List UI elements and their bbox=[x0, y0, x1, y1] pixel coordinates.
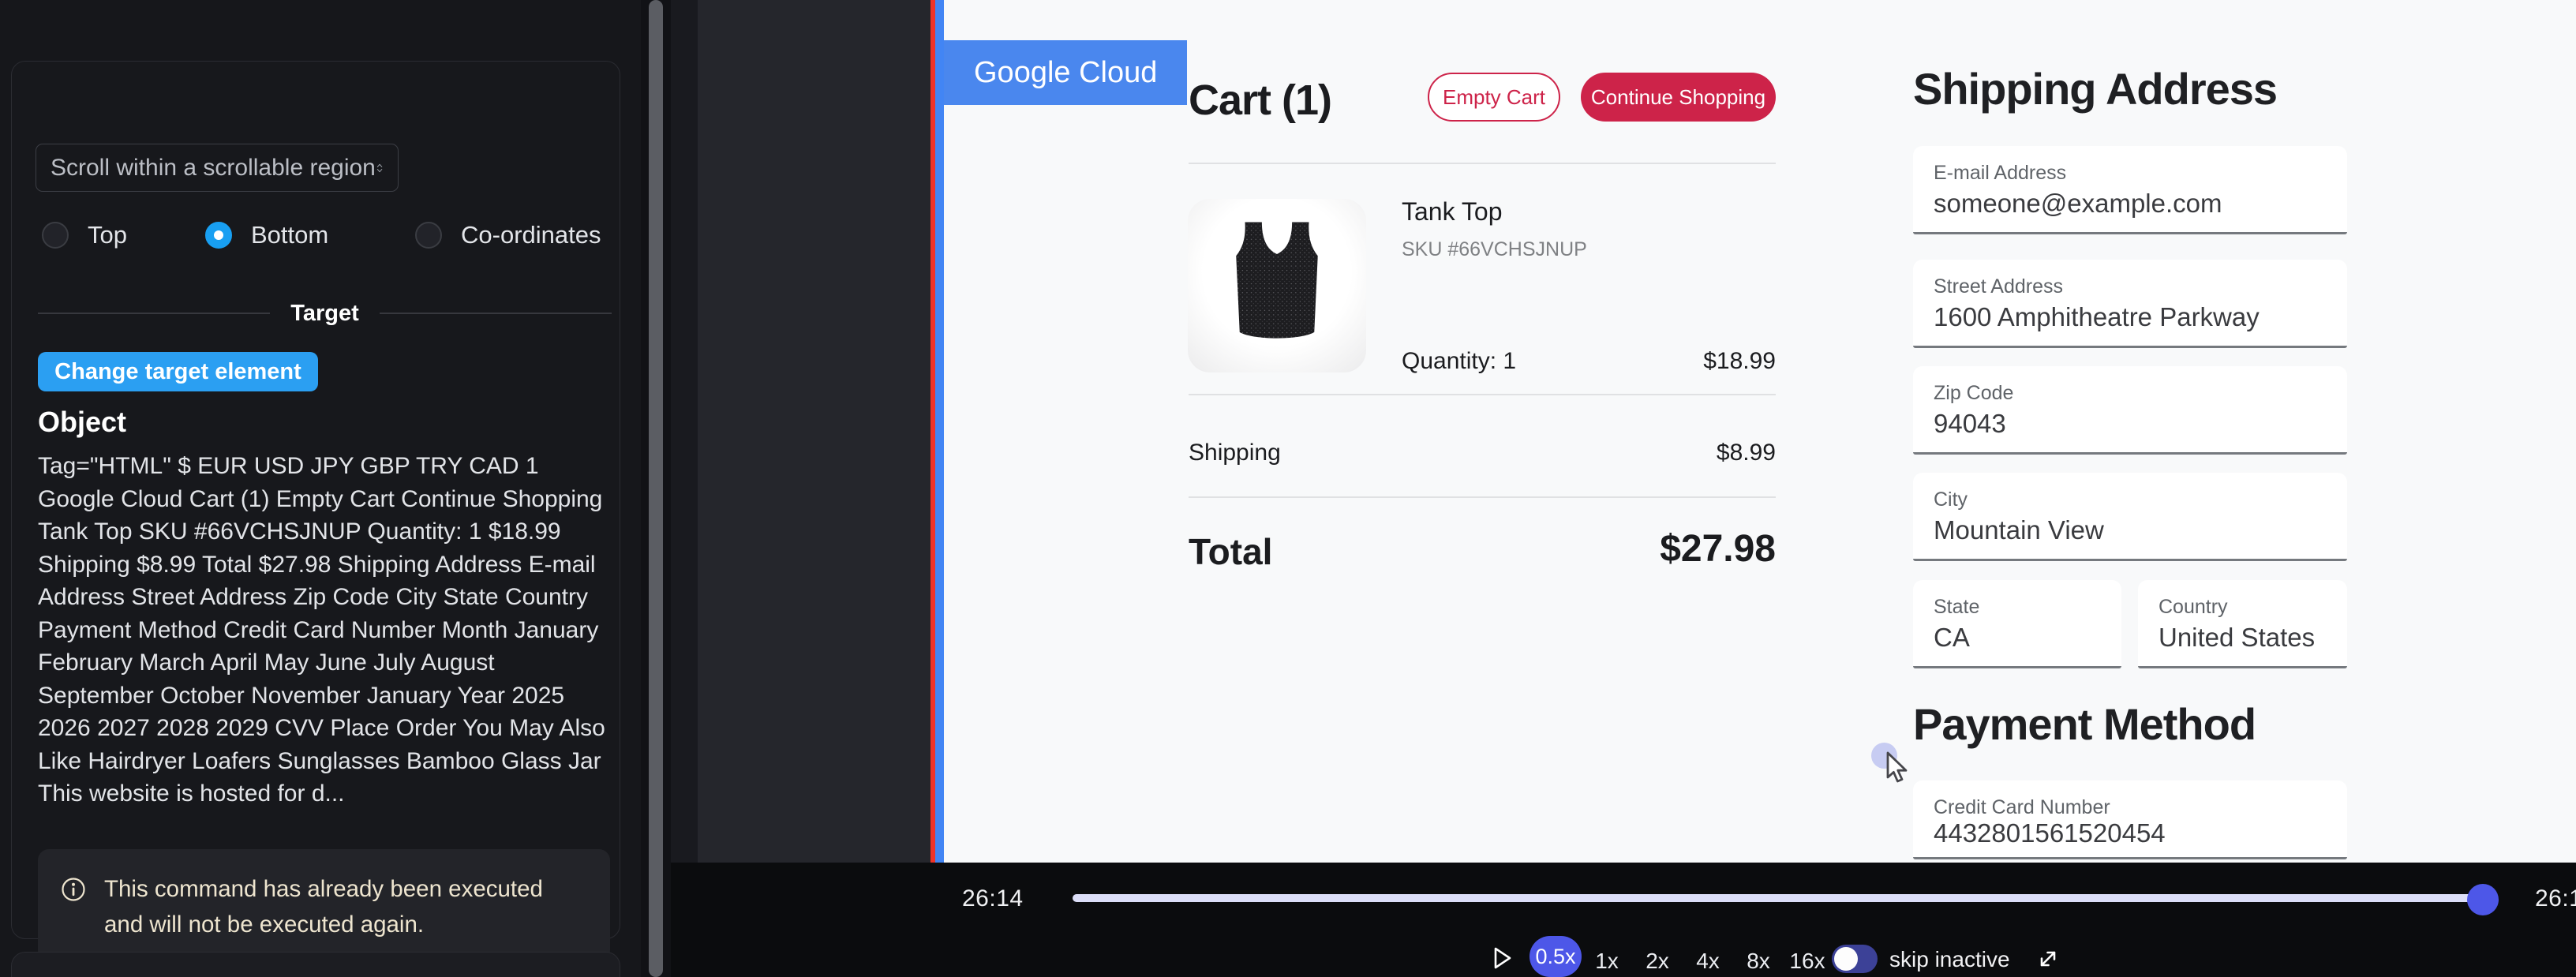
player-end-time: 26:15 bbox=[2535, 885, 2576, 912]
radio-top-label: Top bbox=[88, 221, 127, 249]
divider-line bbox=[38, 313, 270, 314]
command-executed-notice: This command has already been executed a… bbox=[38, 849, 610, 961]
stage-background-panel bbox=[698, 0, 930, 863]
credit-card-field-value: 4432801561520454 bbox=[1934, 818, 2166, 848]
radio-bottom[interactable]: Bottom bbox=[205, 216, 328, 254]
city-field-label: City bbox=[1934, 488, 1968, 511]
command-type-value: Scroll within a scrollable region bbox=[51, 155, 376, 182]
command-sidebar: Scroll within a scrollable region Top Bo… bbox=[0, 0, 641, 977]
player-seek-track[interactable] bbox=[1073, 894, 2498, 902]
stage-edge-strip bbox=[671, 0, 698, 863]
country-field[interactable]: Country United States bbox=[2138, 580, 2347, 668]
fullscreen-button[interactable] bbox=[2035, 945, 2061, 976]
sidebar-scrollbar-gutter bbox=[641, 0, 671, 977]
radio-bottom-circle[interactable] bbox=[205, 222, 232, 249]
command-type-select[interactable]: Scroll within a scrollable region bbox=[36, 144, 399, 192]
shop-page: Google Cloud Cart (1) Empty Cart Continu… bbox=[944, 0, 2576, 863]
email-field-value: someone@example.com bbox=[1934, 189, 2222, 219]
chevron-updown-icon bbox=[376, 155, 384, 182]
total-label: Total bbox=[1189, 530, 1272, 573]
state-field-value: CA bbox=[1934, 623, 1970, 653]
brand-logo-badge: Google Cloud bbox=[944, 40, 1187, 105]
expand-icon bbox=[2035, 945, 2061, 972]
speed-2x-button[interactable]: 2x bbox=[1635, 949, 1679, 974]
credit-card-field-label: Credit Card Number bbox=[1934, 796, 2110, 819]
cart-divider bbox=[1189, 163, 1776, 164]
zip-field[interactable]: Zip Code 94043 bbox=[1913, 366, 2347, 455]
radio-top-circle[interactable] bbox=[42, 222, 69, 249]
street-field-label: Street Address bbox=[1934, 275, 2063, 298]
skip-inactive-label: skip inactive bbox=[1889, 947, 2010, 972]
object-description-text: Tag="HTML" $ EUR USD JPY GBP TRY CAD 1 G… bbox=[38, 450, 612, 810]
payment-method-heading: Payment Method bbox=[1913, 698, 2256, 750]
divider-line bbox=[380, 313, 612, 314]
cart-title: Cart (1) bbox=[1189, 76, 1331, 125]
street-field-value: 1600 Amphitheatre Parkway bbox=[1934, 302, 2260, 332]
change-target-button[interactable]: Change target element bbox=[38, 352, 318, 391]
shipping-row-label: Shipping bbox=[1189, 440, 1281, 466]
country-field-label: Country bbox=[2159, 596, 2228, 619]
zip-field-value: 94043 bbox=[1934, 409, 2006, 439]
shipping-address-heading: Shipping Address bbox=[1913, 63, 2277, 114]
mouse-cursor-icon bbox=[1881, 750, 1913, 788]
city-field[interactable]: City Mountain View bbox=[1913, 473, 2347, 561]
radio-bottom-label: Bottom bbox=[251, 221, 328, 249]
skip-inactive-toggle[interactable] bbox=[1832, 945, 1878, 973]
radio-top[interactable]: Top bbox=[42, 216, 127, 254]
total-value: $27.98 bbox=[1660, 527, 1776, 571]
target-section-label: Target bbox=[290, 301, 358, 327]
radio-coordinates-label: Co-ordinates bbox=[461, 221, 601, 249]
cart-divider bbox=[1189, 394, 1776, 395]
state-field[interactable]: State CA bbox=[1913, 580, 2121, 668]
street-field[interactable]: Street Address 1600 Amphitheatre Parkway bbox=[1913, 260, 2347, 348]
country-field-value: United States bbox=[2159, 623, 2315, 653]
item-quantity: Quantity: 1 bbox=[1402, 348, 1516, 375]
tank-top-image bbox=[1206, 211, 1348, 354]
continue-shopping-button[interactable]: Continue Shopping bbox=[1581, 73, 1776, 122]
next-panel-edge bbox=[11, 952, 620, 977]
sidebar-scrollbar-thumb[interactable] bbox=[649, 0, 663, 977]
info-icon bbox=[60, 876, 87, 903]
brand-logo-text: Google Cloud bbox=[974, 56, 1157, 90]
item-price: $18.99 bbox=[1703, 348, 1776, 375]
player-seek-thumb[interactable] bbox=[2467, 884, 2499, 915]
radio-coordinates[interactable]: Co-ordinates bbox=[415, 216, 601, 254]
toggle-knob bbox=[1834, 947, 1858, 971]
state-field-label: State bbox=[1934, 596, 1979, 619]
email-field-label: E-mail Address bbox=[1934, 162, 2066, 185]
zip-field-label: Zip Code bbox=[1934, 382, 2013, 405]
item-sku: SKU #66VCHSJNUP bbox=[1402, 238, 1587, 261]
speed-0-5x-button[interactable]: 0.5x bbox=[1530, 936, 1582, 977]
email-field[interactable]: E-mail Address someone@example.com bbox=[1913, 146, 2347, 234]
element-highlight-border bbox=[935, 0, 944, 863]
target-section-divider: Target bbox=[38, 301, 612, 326]
notice-text: This command has already been executed a… bbox=[104, 871, 562, 961]
play-icon bbox=[1492, 945, 1514, 971]
speed-16x-button[interactable]: 16x bbox=[1785, 949, 1829, 974]
command-card: Scroll within a scrollable region Top Bo… bbox=[11, 61, 620, 939]
radio-coordinates-circle[interactable] bbox=[415, 222, 442, 249]
object-heading: Object bbox=[38, 406, 126, 439]
cart-divider bbox=[1189, 496, 1776, 498]
play-button[interactable] bbox=[1492, 945, 1514, 975]
city-field-value: Mountain View bbox=[1934, 515, 2104, 545]
player-current-time: 26:14 bbox=[962, 885, 1024, 912]
credit-card-field[interactable]: Credit Card Number 4432801561520454 bbox=[1913, 780, 2347, 859]
product-image bbox=[1188, 199, 1366, 372]
app-root: Scroll within a scrollable region Top Bo… bbox=[0, 0, 2576, 977]
speed-4x-button[interactable]: 4x bbox=[1686, 949, 1730, 974]
empty-cart-button[interactable]: Empty Cart bbox=[1428, 73, 1560, 122]
item-name: Tank Top bbox=[1402, 197, 1503, 226]
shipping-row-value: $8.99 bbox=[1717, 440, 1776, 466]
scroll-position-radios: Top Bottom Co-ordinates bbox=[36, 216, 620, 254]
speed-1x-button[interactable]: 1x bbox=[1585, 949, 1629, 974]
speed-8x-button[interactable]: 8x bbox=[1736, 949, 1780, 974]
